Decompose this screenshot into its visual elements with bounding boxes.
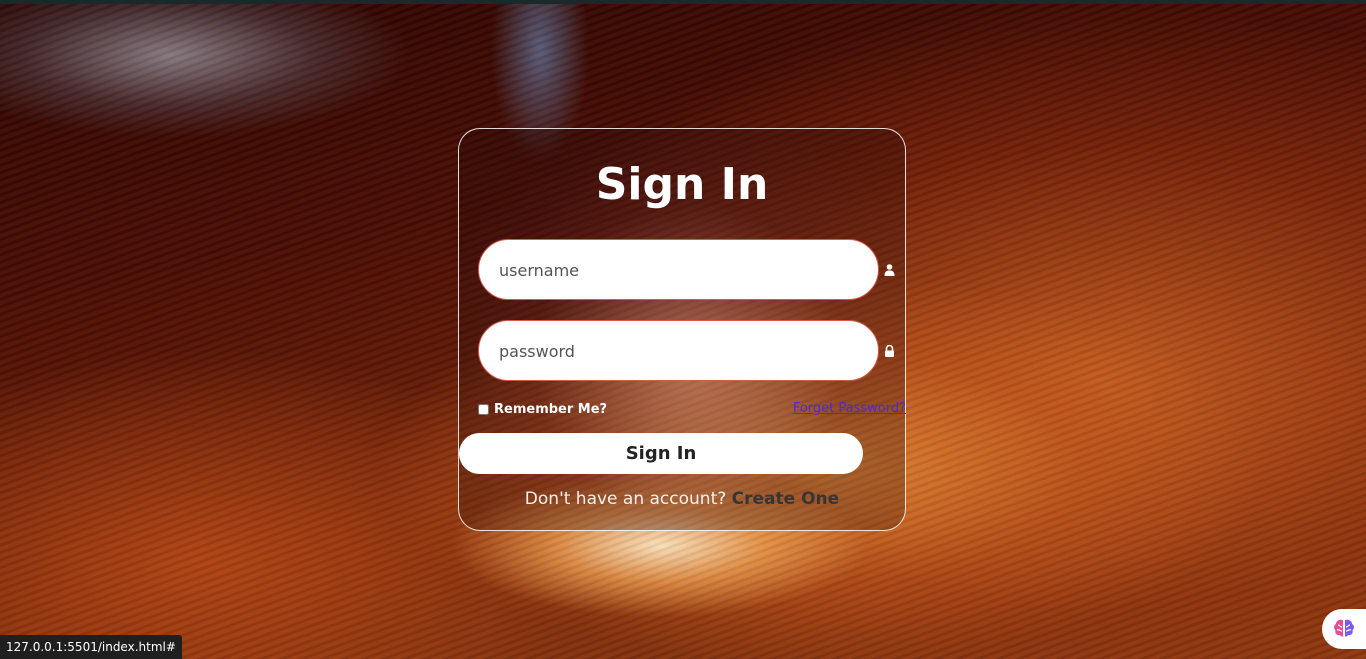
status-bar-url: 127.0.0.1:5501/index.html# xyxy=(0,635,182,659)
page-title: Sign In xyxy=(595,159,769,210)
login-card: Sign In Remember Me? Forget Password? Si… xyxy=(458,128,906,531)
extension-button[interactable] xyxy=(1322,609,1366,649)
forget-password-link[interactable]: Forget Password? xyxy=(793,401,906,416)
remember-checkbox[interactable] xyxy=(478,404,489,415)
lock-icon xyxy=(885,345,894,357)
remember-label: Remember Me? xyxy=(494,402,608,417)
brain-icon xyxy=(1334,619,1354,637)
window-top-edge xyxy=(0,0,1366,4)
signup-prompt: Don't have an account? Create One xyxy=(459,489,905,509)
create-account-link[interactable]: Create One xyxy=(732,489,840,509)
username-input[interactable] xyxy=(497,240,861,301)
password-input[interactable] xyxy=(497,321,861,382)
username-field-wrapper xyxy=(478,239,879,301)
sign-in-button[interactable]: Sign In xyxy=(459,433,863,474)
password-field-wrapper xyxy=(478,320,879,382)
remember-me[interactable]: Remember Me? xyxy=(478,402,607,417)
user-icon xyxy=(884,264,895,276)
signup-text: Don't have an account? xyxy=(524,489,727,509)
